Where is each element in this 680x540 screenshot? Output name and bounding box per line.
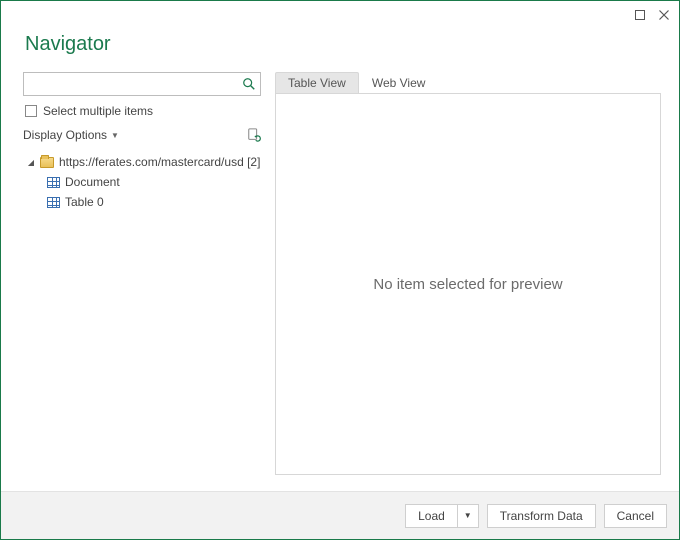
- load-button[interactable]: Load: [405, 504, 457, 528]
- display-options-row: Display Options ▼: [23, 124, 261, 148]
- preview-area: No item selected for preview: [275, 93, 661, 475]
- transform-data-button[interactable]: Transform Data: [487, 504, 596, 528]
- maximize-icon[interactable]: [635, 10, 645, 20]
- search-box[interactable]: [23, 72, 261, 96]
- load-split-button: Load ▼: [405, 504, 479, 528]
- tab-web-view[interactable]: Web View: [359, 72, 439, 94]
- tree-item-label: Document: [65, 175, 120, 189]
- multi-select-option[interactable]: Select multiple items: [23, 96, 261, 124]
- tree-item-table0[interactable]: Table 0: [23, 192, 261, 212]
- tree-root[interactable]: ◢ https://ferates.com/mastercard/usd [2]: [23, 152, 261, 172]
- tree-item-label: Table 0: [65, 195, 104, 209]
- tree-item-document[interactable]: Document: [23, 172, 261, 192]
- preview-empty-text: No item selected for preview: [373, 276, 562, 293]
- search-input[interactable]: [30, 76, 242, 92]
- tab-table-view[interactable]: Table View: [275, 72, 359, 94]
- multi-select-label: Select multiple items: [43, 104, 153, 118]
- display-options-label: Display Options: [23, 128, 107, 142]
- folder-icon: [40, 157, 54, 168]
- dialog-title: Navigator: [25, 33, 659, 56]
- display-options-button[interactable]: Display Options ▼: [23, 128, 119, 142]
- collapse-icon[interactable]: ◢: [27, 158, 35, 167]
- table-icon: [47, 177, 60, 188]
- preview-tabs: Table View Web View: [275, 72, 661, 94]
- cancel-button[interactable]: Cancel: [604, 504, 667, 528]
- dialog-header: Navigator: [1, 29, 679, 66]
- content-area: Select multiple items Display Options ▼ …: [1, 66, 679, 475]
- close-icon[interactable]: [659, 10, 669, 20]
- checkbox-icon[interactable]: [25, 105, 37, 117]
- window-titlebar: [1, 1, 679, 29]
- search-icon[interactable]: [242, 77, 256, 91]
- load-dropdown-button[interactable]: ▼: [457, 504, 479, 528]
- table-icon: [47, 197, 60, 208]
- source-tree: ◢ https://ferates.com/mastercard/usd [2]…: [23, 148, 261, 212]
- preview-pane: Table View Web View No item selected for…: [275, 72, 661, 475]
- navigator-pane: Select multiple items Display Options ▼ …: [23, 72, 261, 475]
- refresh-icon[interactable]: [247, 128, 261, 142]
- tree-root-label: https://ferates.com/mastercard/usd [2]: [59, 155, 260, 169]
- dialog-footer: Load ▼ Transform Data Cancel: [1, 491, 679, 539]
- chevron-down-icon: ▼: [111, 131, 119, 140]
